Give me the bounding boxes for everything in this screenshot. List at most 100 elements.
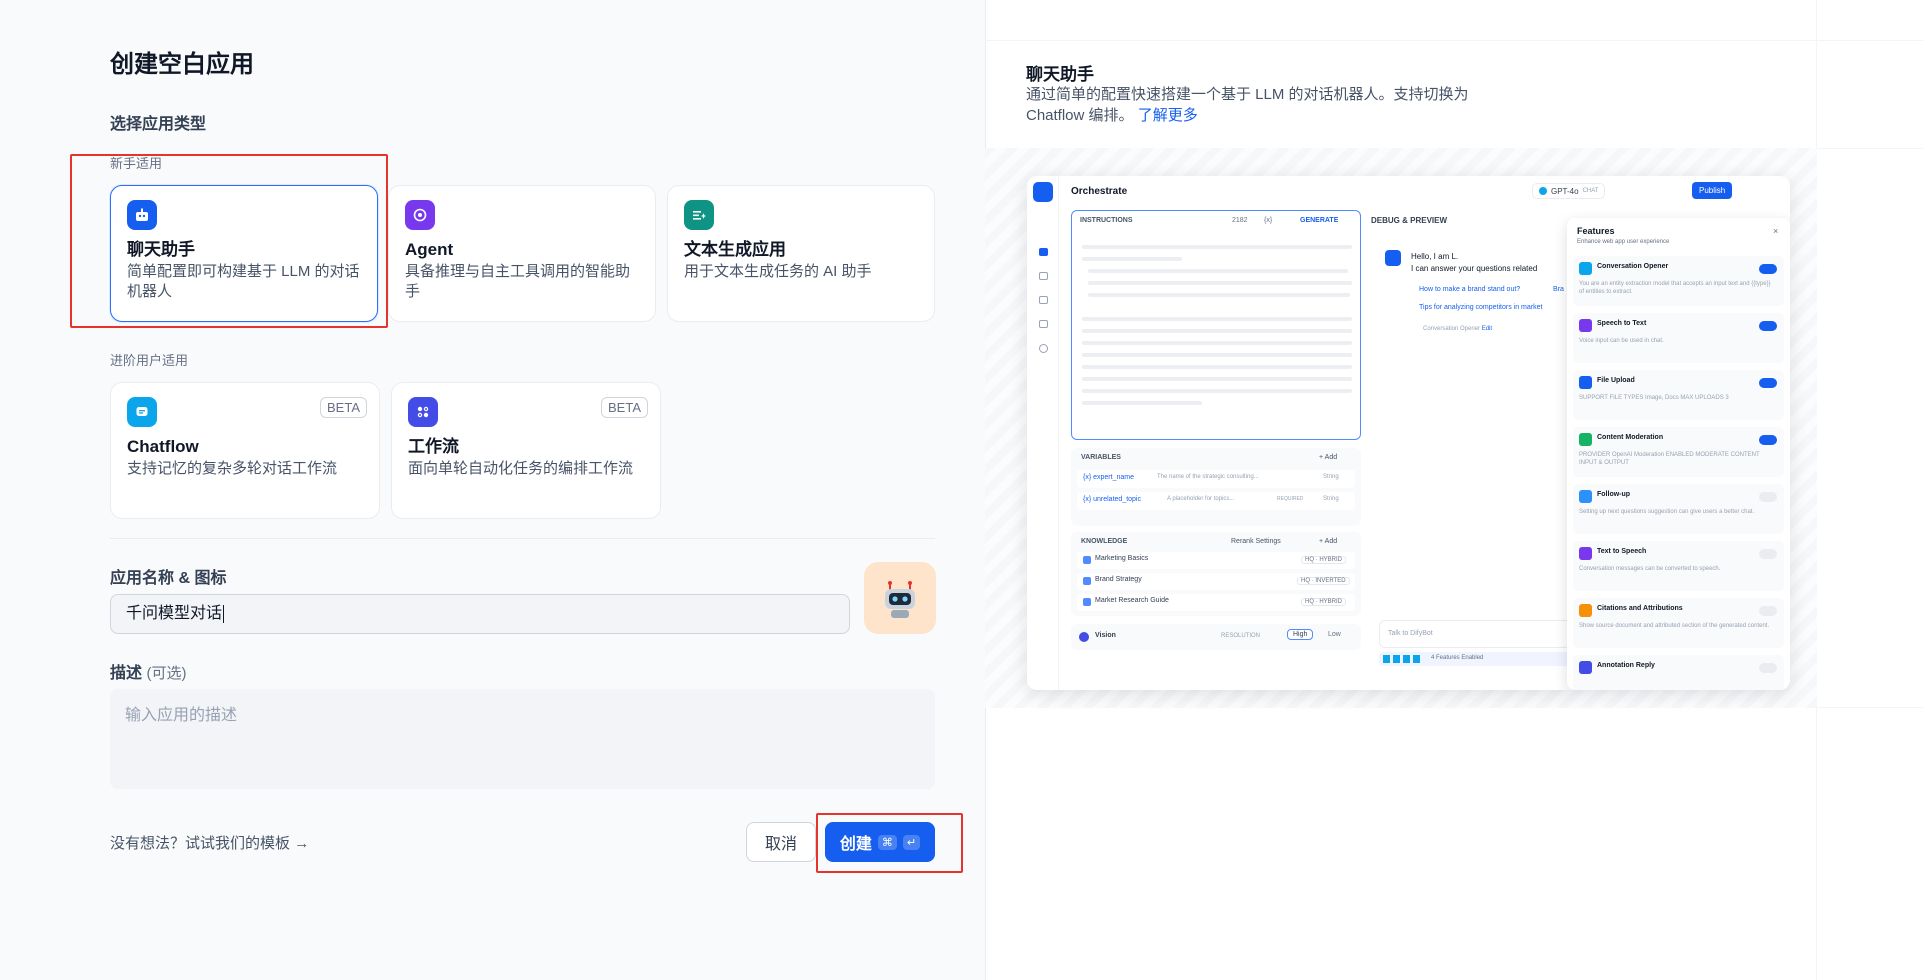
feature-toggle <box>1759 435 1777 445</box>
page-title: 创建空白应用 <box>110 51 254 78</box>
feature-icon <box>1579 433 1592 446</box>
knowledge-section: KNOWLEDGE Rerank Settings + Add Marketin… <box>1071 532 1361 616</box>
preview-description: 通过简单的配置快速搭建一个基于 LLM 的对话机器人。支持切换为 Chatflo… <box>1026 84 1506 126</box>
description-label-text: 描述 <box>110 665 143 682</box>
text-line <box>1082 329 1352 333</box>
create-button-label: 创建 <box>839 836 872 853</box>
nav-icon <box>1039 296 1048 304</box>
chat-input-placeholder: Talk to DifyBot <box>1388 630 1433 637</box>
knowledge-label: KNOWLEDGE <box>1081 538 1128 545</box>
robot-emoji-icon <box>885 581 915 618</box>
feature-icons <box>1383 655 1423 663</box>
divider <box>985 40 1923 41</box>
resolution-label: RESOLUTION <box>1221 633 1261 639</box>
app-type-card-workflow[interactable]: BETA 工作流 面向单轮自动化任务的编排工作流 <box>391 382 661 519</box>
vision-label: Vision <box>1095 632 1116 639</box>
preview-screenshot: Orchestrate GPT-4o CHAT Publish INSTRUCTI… <box>1027 176 1790 690</box>
chatflow-icon <box>127 397 157 427</box>
app-name-input[interactable]: 千问模型对话 <box>110 594 850 634</box>
app-type-desc: 支持记忆的复杂多轮对话工作流 <box>127 460 338 477</box>
nav-icon <box>1039 320 1048 328</box>
feature-icon <box>1579 490 1592 503</box>
optional-hint: (可选) <box>146 665 187 682</box>
feature-name: Annotation Reply <box>1597 662 1655 669</box>
cancel-button[interactable]: 取消 <box>746 822 816 862</box>
feature-icon <box>1579 604 1592 617</box>
bot-avatar <box>1385 250 1401 266</box>
resolution-low: Low <box>1328 631 1341 638</box>
knowledge-row: Marketing Basics HQ · HYBRID <box>1077 552 1355 569</box>
app-type-card-text-generation[interactable]: 文本生成应用 用于文本生成任务的 AI 助手 <box>667 185 935 322</box>
app-icon-picker[interactable] <box>864 562 936 634</box>
generate-label: GENERATE <box>1300 217 1339 224</box>
doc-icon <box>1083 556 1091 564</box>
vision-section: Vision RESOLUTION High Low <box>1071 624 1361 650</box>
feature-icon <box>1579 547 1592 560</box>
variables-label: VARIABLES <box>1081 454 1121 461</box>
app-type-card-agent[interactable]: Agent 具备推理与自主工具调用的智能助手 <box>388 185 656 322</box>
doc-tag: HQ · HYBRID <box>1301 556 1347 564</box>
feature-toggle <box>1759 378 1777 388</box>
template-link-text: 没有想法？试试我们的模板 <box>110 835 291 852</box>
instructions-box: INSTRUCTIONS 2182 {x} GENERATE <box>1071 210 1361 440</box>
feature-icon <box>1579 319 1592 332</box>
features-enabled-bar: 4 Features Enabled <box>1379 652 1579 666</box>
app-name-label: 应用名称 & 图标 <box>110 570 227 587</box>
feature-row: Citations and Attributions Show source do… <box>1573 598 1784 648</box>
nav-icon <box>1039 344 1048 353</box>
group-label-beginner: 新手适用 <box>110 156 163 171</box>
feature-desc: Conversation messages can be converted t… <box>1579 566 1721 572</box>
app-type-card-chat-assistant[interactable]: 聊天助手 简单配置即可构建基于 LLM 的对话机器人 <box>110 185 378 322</box>
create-button[interactable]: 创建 ⌘ ↵ <box>825 822 935 862</box>
app-type-desc: 具备推理与自主工具调用的智能助手 <box>405 263 631 300</box>
text-line <box>1082 353 1352 357</box>
publish-button: Publish <box>1692 182 1733 199</box>
text-line <box>1082 257 1182 261</box>
template-link[interactable]: 没有想法？试试我们的模板 → <box>110 832 309 853</box>
feature-icon <box>1579 262 1592 275</box>
text-line <box>1088 281 1352 285</box>
app-type-name: 聊天助手 <box>127 240 195 259</box>
orchestrate-title: Orchestrate <box>1071 186 1128 197</box>
feature-toggle <box>1759 492 1777 502</box>
feature-toggle <box>1759 549 1777 559</box>
description-label: 描述 (可选) <box>110 659 186 683</box>
feature-name: Follow-up <box>1597 491 1631 498</box>
app-logo-icon <box>1033 182 1053 202</box>
feature-desc: SUPPORT FILE TYPES Image, Docs MAX UPLOA… <box>1579 395 1729 401</box>
beta-badge: BETA <box>601 397 648 418</box>
app-type-card-chatflow[interactable]: BETA Chatflow 支持记忆的复杂多轮对话工作流 <box>110 382 380 519</box>
text-line <box>1082 341 1352 345</box>
add-variable: + Add <box>1319 454 1338 461</box>
learn-more-link[interactable]: 了解更多 <box>1138 107 1198 124</box>
chat-input: Talk to DifyBot <box>1379 620 1579 648</box>
model-selector: GPT-4o CHAT <box>1532 183 1606 199</box>
variable-row: {x} unrelated_topic A placeholder for to… <box>1077 492 1355 510</box>
app-type-name: 文本生成应用 <box>684 240 786 259</box>
feature-name: Text to Speech <box>1597 548 1647 555</box>
feature-row: Annotation Reply <box>1573 655 1784 690</box>
variable-name: {x} unrelated_topic <box>1083 496 1141 503</box>
app-type-name: Chatflow <box>127 437 199 456</box>
feature-icon <box>1579 661 1592 674</box>
app-type-desc: 面向单轮自动化任务的编排工作流 <box>408 460 634 477</box>
preview-desc-text: 通过简单的配置快速搭建一个基于 LLM 的对话机器人。支持切换为 Chatflo… <box>1026 86 1469 124</box>
app-type-desc: 简单配置即可构建基于 LLM 的对话机器人 <box>127 263 360 300</box>
features-enabled-text: 4 Features Enabled <box>1431 655 1484 661</box>
text-line <box>1082 389 1352 393</box>
create-app-panel: 创建空白应用 选择应用类型 新手适用 聊天助手 简单配置即可构建基于 LLM 的… <box>0 0 985 980</box>
description-textarea[interactable]: 输入应用的描述 <box>110 689 935 789</box>
model-name: GPT-4o <box>1551 186 1579 196</box>
nav-icon <box>1039 272 1048 280</box>
feature-desc: Voice input can be used in chat. <box>1579 338 1664 344</box>
doc-tag: HQ · INVERTED <box>1297 577 1350 585</box>
bot-greeting: Hello, I am L. <box>1411 252 1459 261</box>
feature-name: File Upload <box>1597 377 1635 384</box>
feature-icon <box>1579 376 1592 389</box>
preview-title: 聊天助手 <box>1026 65 1094 84</box>
section-app-type-title: 选择应用类型 <box>110 116 207 133</box>
instructions-count: 2182 <box>1232 217 1248 224</box>
app-type-name: Agent <box>405 240 454 259</box>
app-type-desc: 用于文本生成任务的 AI 助手 <box>684 263 872 280</box>
text-line <box>1082 377 1352 381</box>
